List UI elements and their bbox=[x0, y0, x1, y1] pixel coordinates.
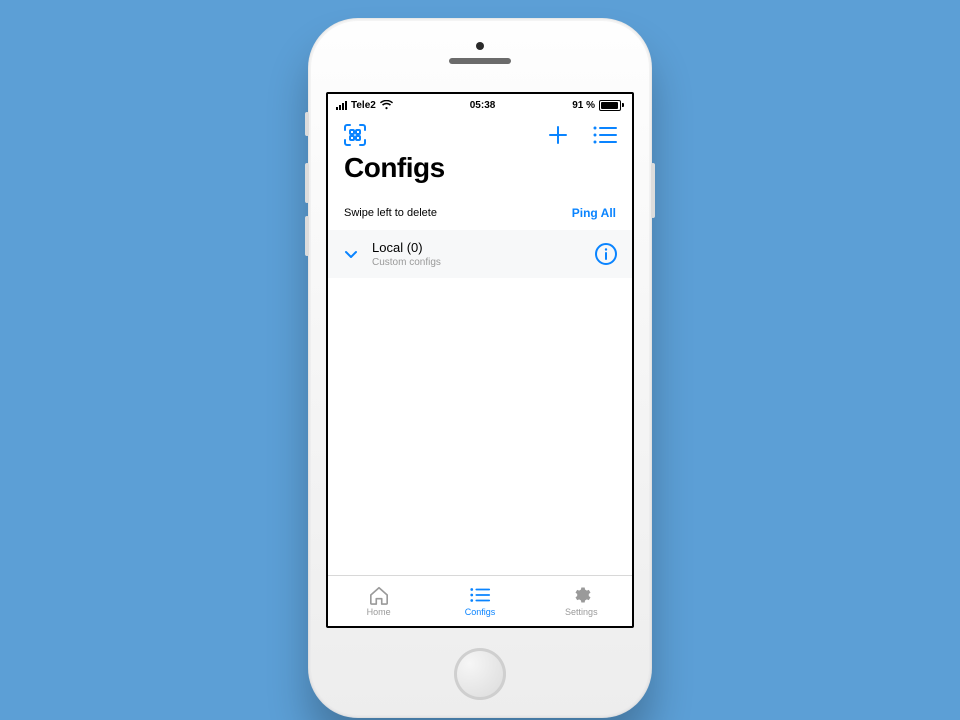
battery-icon bbox=[599, 100, 624, 111]
hint-row: Swipe left to delete Ping All bbox=[328, 196, 632, 230]
carrier-label: Tele2 bbox=[351, 100, 376, 111]
clock-label: 05:38 bbox=[470, 100, 496, 111]
screen: Tele2 05:38 91 % bbox=[326, 92, 634, 628]
tab-home[interactable]: Home bbox=[328, 576, 429, 626]
info-button[interactable] bbox=[594, 242, 618, 266]
tab-configs[interactable]: Configs bbox=[429, 576, 530, 626]
config-group-cell[interactable]: Local (0) Custom configs bbox=[328, 230, 632, 278]
tab-bar: Home Configs Settings bbox=[328, 575, 632, 626]
nav-toolbar bbox=[328, 114, 632, 150]
cell-title: Local (0) bbox=[372, 240, 582, 255]
phone-frame: Tele2 05:38 91 % bbox=[308, 18, 652, 718]
scan-qr-button[interactable] bbox=[342, 122, 368, 148]
list-button[interactable] bbox=[592, 125, 618, 145]
signal-icon bbox=[336, 101, 347, 110]
ping-all-button[interactable]: Ping All bbox=[572, 206, 616, 220]
earpiece-speaker bbox=[449, 58, 511, 64]
power-button bbox=[651, 163, 655, 218]
swipe-hint-label: Swipe left to delete bbox=[344, 207, 437, 219]
tab-home-label: Home bbox=[367, 607, 391, 617]
front-camera bbox=[476, 42, 484, 50]
chevron-down-icon bbox=[342, 245, 360, 263]
content-spacer bbox=[328, 278, 632, 575]
tab-settings-label: Settings bbox=[565, 607, 598, 617]
tab-configs-label: Configs bbox=[465, 607, 496, 617]
battery-percent-label: 91 % bbox=[572, 100, 595, 111]
tab-settings[interactable]: Settings bbox=[531, 576, 632, 626]
volume-up-button bbox=[305, 163, 309, 203]
home-button[interactable] bbox=[454, 648, 506, 700]
volume-down-button bbox=[305, 216, 309, 256]
cell-subtitle: Custom configs bbox=[372, 257, 582, 268]
status-bar: Tele2 05:38 91 % bbox=[328, 94, 632, 114]
mute-switch bbox=[305, 112, 309, 136]
add-button[interactable] bbox=[546, 123, 570, 147]
wifi-icon bbox=[380, 100, 393, 110]
page-title: Configs bbox=[328, 150, 632, 196]
